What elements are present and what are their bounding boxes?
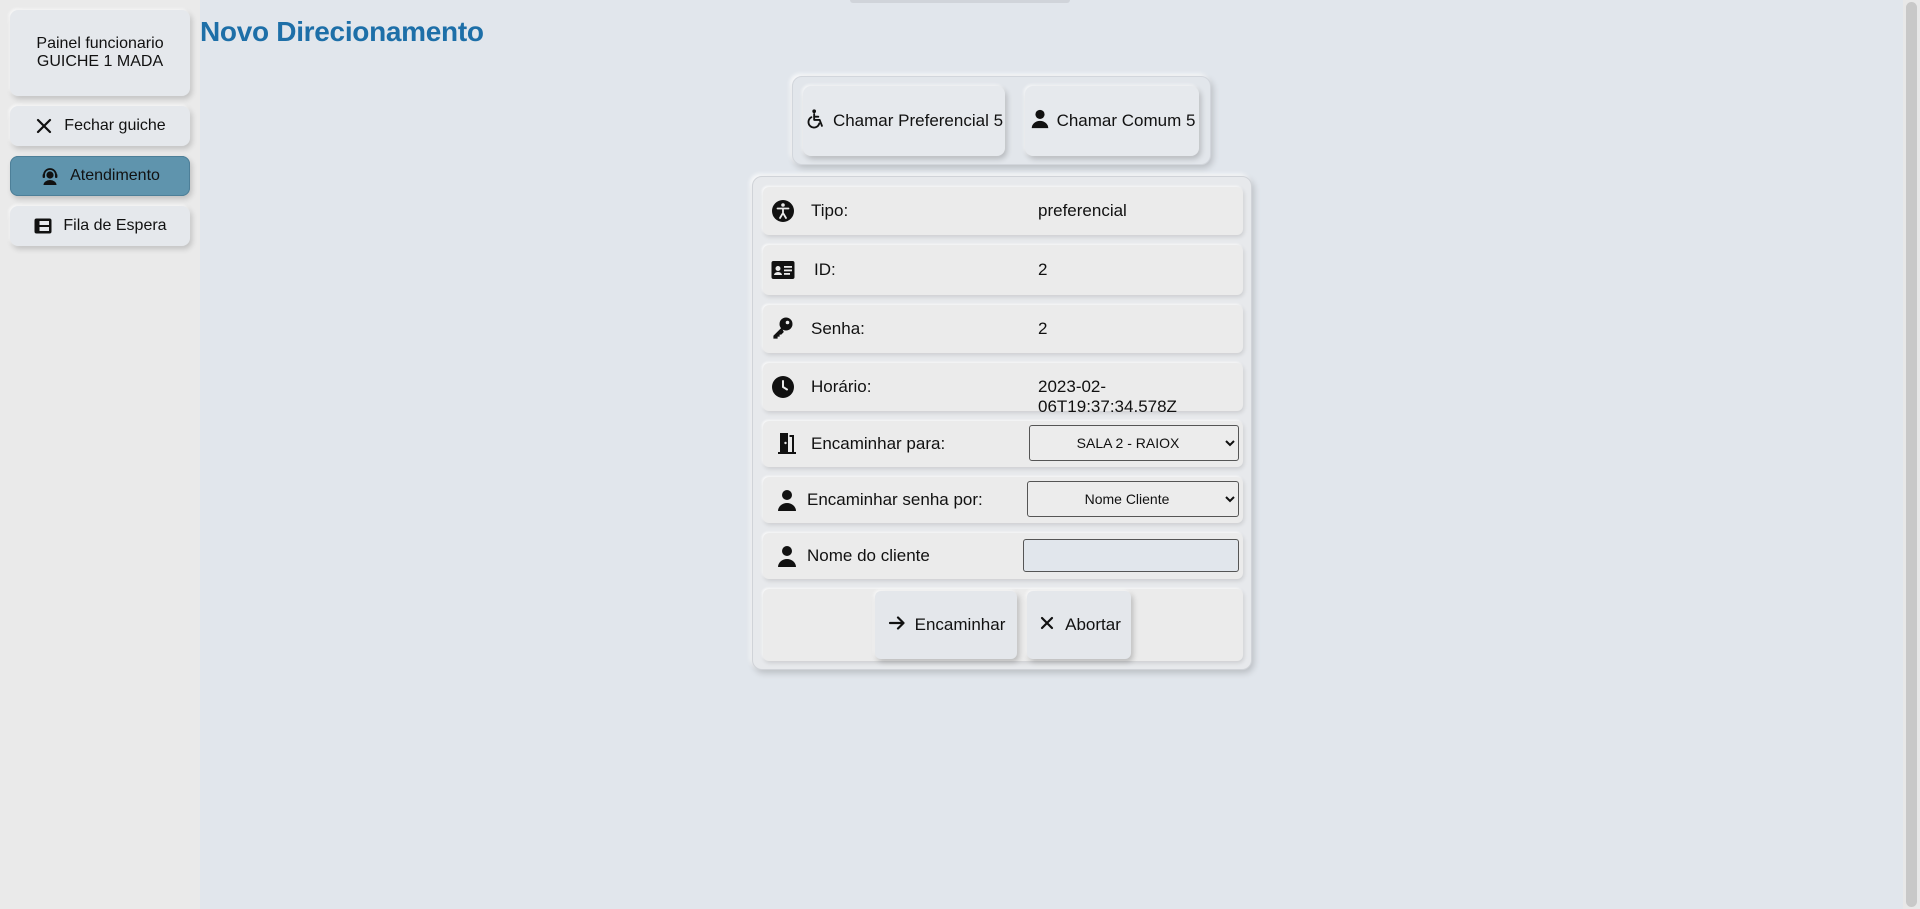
abort-button[interactable]: Abortar [1027,591,1131,659]
top-tab-indicator [850,0,1070,3]
client-name-input[interactable] [1023,539,1239,572]
row-id: ID: 2 [763,245,1243,295]
panel-header: Painel funcionario GUICHE 1 MADA [10,10,190,96]
user-icon [775,488,799,512]
key-icon [771,316,795,340]
row-horario: Horário: 2023-02-06T19:37:34.578Z [763,363,1243,416]
row-tipo: Tipo: preferencial [763,187,1243,235]
horario-value: 2023-02-06T19:37:34.578Z [1038,377,1177,416]
headset-user-icon [40,166,60,186]
call-common-label: Chamar Comum 5 [1056,111,1196,130]
row-encaminhar-por: Encaminhar senha por: Nome Cliente [763,477,1243,523]
id-value: 2 [1038,260,1048,279]
sidebar: Painel funcionario GUICHE 1 MADA Fechar … [0,0,200,909]
sidebar-item-atendimento[interactable]: Atendimento [10,156,190,196]
sidebar-item-label: Fila de Espera [63,217,167,234]
forward-method-select[interactable]: Nome Cliente [1027,481,1239,517]
action-row: Encaminhar Abortar [763,589,1243,661]
panel-header-counter: GUICHE 1 MADA [36,53,164,70]
arrow-right-icon [887,613,907,638]
sidebar-item-label: Atendimento [70,167,160,184]
close-icon [1037,613,1057,638]
close-icon [34,116,54,136]
sidebar-item-fila-de-espera[interactable]: Fila de Espera [10,206,190,246]
call-buttons-panel: Chamar Preferencial 5 Chamar Comum 5 [792,76,1211,165]
tipo-label: Tipo: [811,201,849,220]
clock-icon [771,375,795,399]
id-card-icon [771,258,795,282]
user-icon [775,544,799,568]
scrollbar-thumb[interactable] [1906,2,1917,907]
abort-button-label: Abortar [1065,615,1121,634]
call-preferential-button[interactable]: Chamar Preferencial 5 [803,86,1005,156]
row-nome-cliente: Nome do cliente [763,533,1243,579]
row-encaminhar-para: Encaminhar para: SALA 2 - RAIOX [763,421,1243,467]
panel-header-title: Painel funcionario [36,35,164,52]
tipo-value: preferencial [1038,201,1127,220]
redirect-form: Tipo: preferencial ID: 2 Senha: 2 Horári… [752,176,1252,670]
vertical-scrollbar[interactable] [1903,0,1920,909]
sidebar-item-fechar-guiche[interactable]: Fechar guiche [10,106,190,146]
nome-cliente-label: Nome do cliente [807,546,930,565]
encaminhar-por-label: Encaminhar senha por: [807,490,983,509]
id-label: ID: [814,260,836,279]
row-senha: Senha: 2 [763,305,1243,353]
destination-select[interactable]: SALA 2 - RAIOX [1029,425,1239,461]
door-icon [775,431,799,455]
senha-value: 2 [1038,319,1048,338]
forward-button[interactable]: Encaminhar [875,591,1017,659]
page-title: Novo Direcionamento [200,16,484,47]
senha-label: Senha: [811,319,865,338]
horario-label: Horário: [811,377,872,396]
accessibility-icon [771,199,795,223]
list-icon [33,216,53,236]
sidebar-item-label: Fechar guiche [64,117,166,134]
user-icon [1029,108,1051,135]
call-preferential-label: Chamar Preferencial 5 [832,111,1004,130]
encaminhar-para-label: Encaminhar para: [811,434,946,453]
forward-button-label: Encaminhar [914,615,1006,634]
call-common-button[interactable]: Chamar Comum 5 [1025,86,1199,156]
wheelchair-icon [805,108,827,135]
